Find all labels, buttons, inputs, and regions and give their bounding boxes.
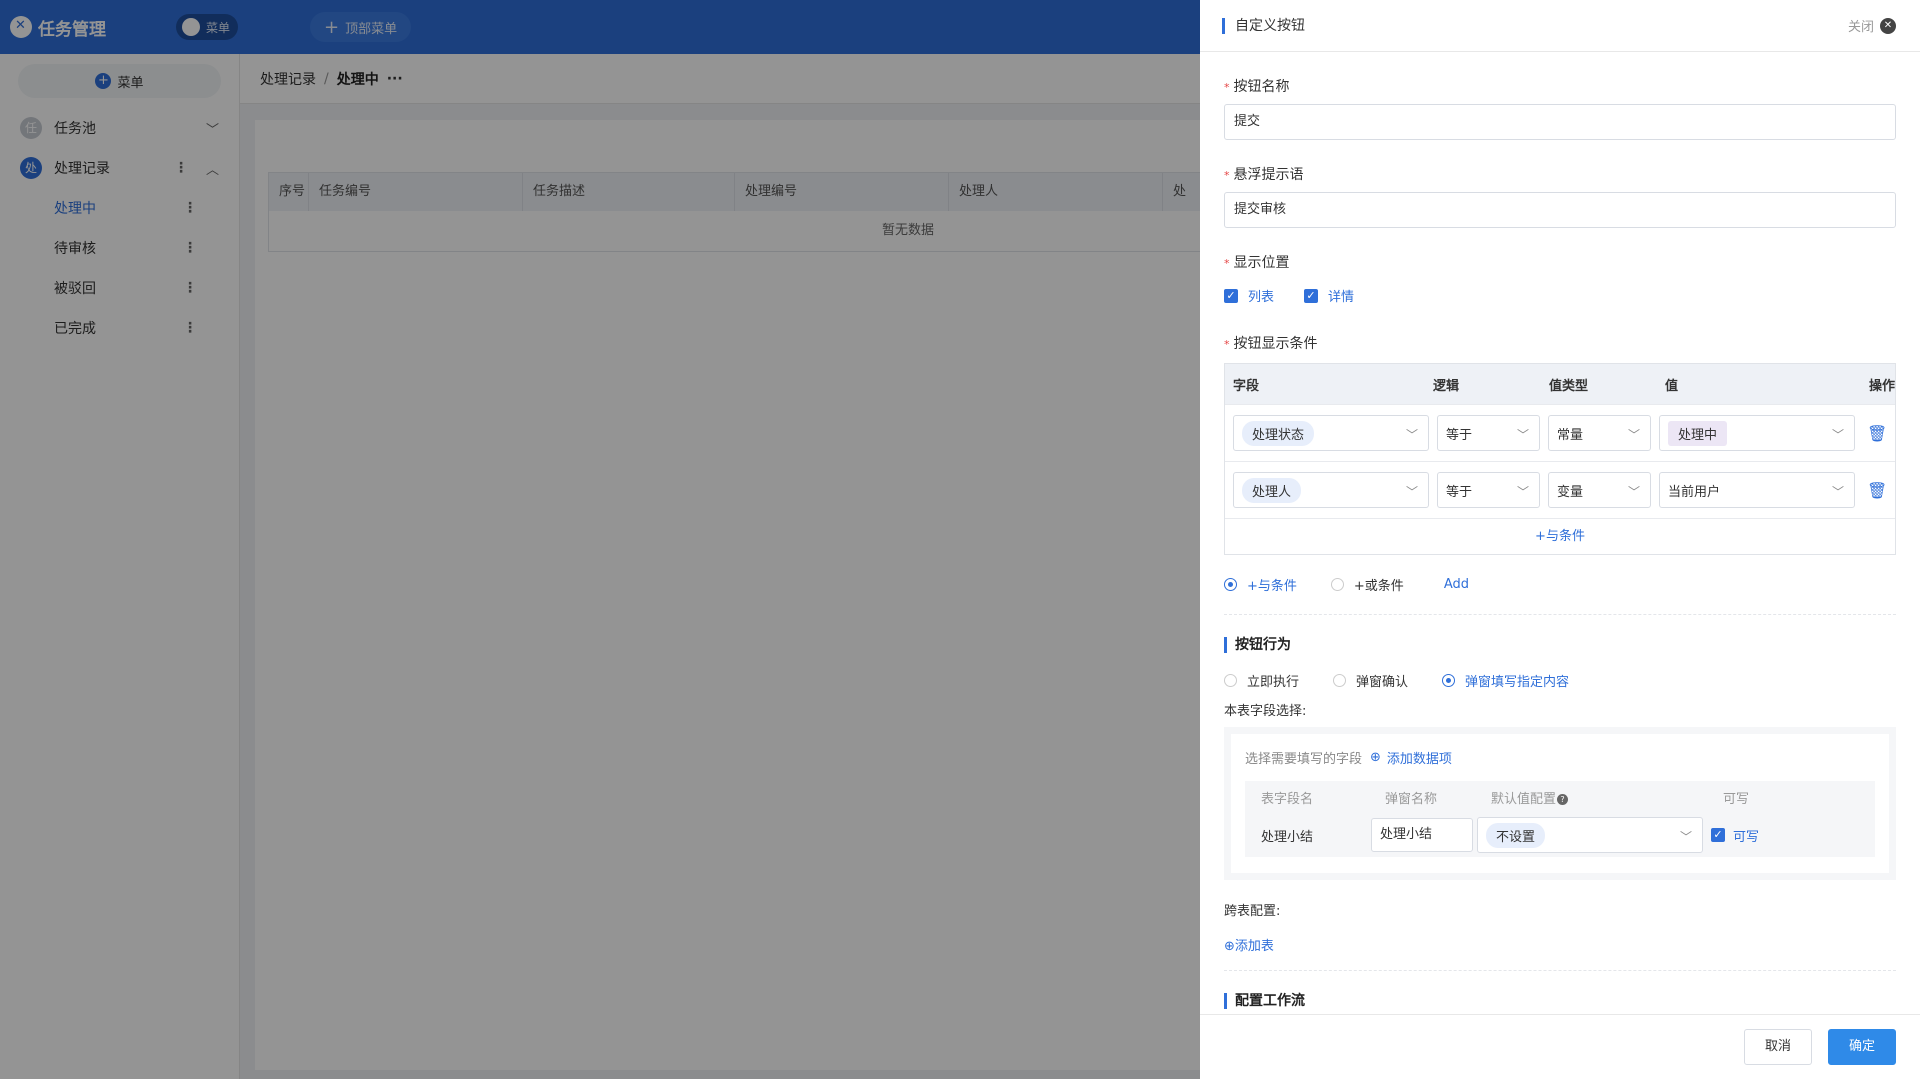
add-and-condition-button[interactable]: +与条件: [1225, 518, 1895, 554]
field-row: 处理小结 处理小结 不设置 ﹀ ✓ 可写: [1261, 813, 1859, 857]
divider: [1224, 970, 1896, 971]
header-popup-name: 弹窗名称: [1385, 791, 1438, 807]
cancel-button[interactable]: 取消: [1743, 1029, 1812, 1065]
cross-table-label: 跨表配置:: [1224, 904, 1281, 919]
button-name-label: * 按钮名称: [1224, 79, 1290, 95]
value-tag: 处理中: [1668, 420, 1728, 446]
popup-fill-label[interactable]: 弹窗填写指定内容: [1465, 671, 1569, 690]
execute-now-radio[interactable]: [1224, 674, 1237, 687]
value-select[interactable]: 处理中 ﹀: [1659, 415, 1855, 451]
condition-table-header: 字段 逻辑 值类型 值 操作: [1225, 364, 1895, 404]
trash-icon[interactable]: 🗑: [1867, 481, 1887, 500]
field-tag: 处理人: [1242, 477, 1302, 503]
field-table: 表字段名 弹窗名称 默认值配置? 可写 处理小结 处理小结 不设置 ﹀ ✓ 可写: [1245, 781, 1875, 857]
button-name-input[interactable]: 提交: [1224, 104, 1896, 140]
divider: [1224, 614, 1896, 615]
add-table-link[interactable]: ⊕添加表: [1224, 935, 1896, 954]
value-select[interactable]: 当前用户 ﹀: [1659, 472, 1855, 508]
header-value: 值: [1665, 378, 1679, 394]
popup-confirm-radio[interactable]: [1333, 674, 1347, 687]
header-field-name: 表字段名: [1261, 791, 1314, 807]
position-checkbox-group: ✓ 列表 ✓ 详情: [1224, 286, 1896, 305]
drawer-body: * 按钮名称 提交 * 悬浮提示语 提交审核 * 显示位置 ✓ 列表 ✓ 详情 * 按钮…: [1224, 52, 1896, 1014]
question-icon[interactable]: ?: [1557, 793, 1569, 805]
tooltip-label: * 悬浮提示语: [1224, 167, 1304, 183]
workflow-section-title: 配置工作流: [1224, 993, 1896, 1009]
popup-confirm-label[interactable]: 弹窗确认: [1356, 671, 1408, 690]
close-icon[interactable]: ✕: [1880, 17, 1896, 34]
behavior-section-title: 按钮行为: [1224, 637, 1896, 653]
field-select[interactable]: 处理状态 ﹀: [1233, 415, 1429, 451]
chevron-down-icon: ﹀: [1405, 428, 1418, 442]
or-condition-label[interactable]: +或条件: [1354, 575, 1404, 594]
custom-button-drawer: 自定义按钮 关闭 ✕ * 按钮名称 提交 * 悬浮提示语 提交审核 * 显示位置 ✓ …: [1200, 0, 1920, 1079]
value-text: 当前用户: [1668, 484, 1721, 500]
condition-label: * 按钮显示条件: [1224, 336, 1318, 352]
value-type-select[interactable]: 常量 ﹀: [1548, 415, 1651, 451]
chevron-down-icon: ﹀: [1405, 485, 1418, 499]
tooltip-input[interactable]: 提交审核: [1224, 192, 1896, 228]
field-name: 处理小结: [1261, 829, 1314, 845]
default-value-tag: 不设置: [1486, 822, 1546, 848]
header-value-type: 值类型: [1549, 378, 1589, 394]
and-condition-label[interactable]: +与条件: [1247, 575, 1297, 594]
or-condition-radio[interactable]: [1330, 578, 1344, 591]
chevron-down-icon: ﹀: [1627, 485, 1640, 499]
logic-value: 等于: [1446, 484, 1473, 500]
value-type-value: 常量: [1557, 427, 1584, 443]
popup-fill-radio[interactable]: [1442, 674, 1456, 687]
execute-now-label[interactable]: 立即执行: [1247, 671, 1299, 690]
chevron-down-icon: ﹀: [1831, 428, 1844, 442]
value-type-select[interactable]: 变量 ﹀: [1548, 472, 1651, 508]
field-select-hint: 选择需要填写的字段: [1245, 752, 1363, 767]
list-checkbox[interactable]: ✓: [1224, 288, 1238, 303]
default-value-select[interactable]: 不设置 ﹀: [1477, 817, 1703, 853]
logic-value: 等于: [1446, 427, 1473, 443]
modal-overlay[interactable]: [0, 0, 1200, 1079]
add-data-item-link[interactable]: 添加数据项: [1387, 748, 1452, 767]
chevron-down-icon: ﹀: [1831, 485, 1844, 499]
field-select-label: 本表字段选择:: [1224, 704, 1307, 719]
and-condition-radio[interactable]: [1224, 578, 1237, 591]
writable-label[interactable]: 可写: [1733, 826, 1759, 845]
field-select-toolbar: 选择需要填写的字段 ⊕ 添加数据项: [1245, 748, 1875, 767]
condition-row: 处理状态 ﹀ 等于 ﹀ 常量 ﹀ 处理中 ﹀ 🗑: [1225, 404, 1895, 461]
confirm-button[interactable]: 确定: [1827, 1029, 1896, 1065]
logic-select[interactable]: 等于 ﹀: [1437, 472, 1540, 508]
trash-icon[interactable]: 🗑: [1867, 424, 1887, 443]
list-checkbox-label[interactable]: 列表: [1248, 286, 1274, 305]
drawer-header: 自定义按钮 关闭 ✕: [1200, 0, 1920, 52]
header-field: 字段: [1233, 378, 1260, 394]
chevron-down-icon: ﹀: [1516, 485, 1529, 499]
logic-select[interactable]: 等于 ﹀: [1437, 415, 1540, 451]
add-relation-link[interactable]: Add: [1444, 577, 1469, 592]
relation-radio-group: +与条件 +或条件 Add: [1224, 575, 1896, 594]
popup-name-input[interactable]: 处理小结: [1371, 818, 1473, 852]
header-logic: 逻辑: [1433, 378, 1460, 394]
writable-checkbox[interactable]: ✓: [1711, 828, 1725, 842]
header-default: 默认值配置?: [1491, 788, 1723, 807]
value-type-value: 变量: [1557, 484, 1584, 500]
chevron-down-icon: ﹀: [1627, 428, 1640, 442]
detail-checkbox-label[interactable]: 详情: [1328, 286, 1354, 305]
detail-checkbox[interactable]: ✓: [1304, 288, 1319, 303]
chevron-down-icon: ﹀: [1679, 830, 1692, 844]
field-table-header: 表字段名 弹窗名称 默认值配置? 可写: [1261, 781, 1859, 813]
header-writable: 可写: [1723, 791, 1750, 807]
position-label: * 显示位置: [1224, 255, 1290, 271]
header-action: 操作: [1868, 378, 1895, 394]
close-button[interactable]: 关闭: [1848, 16, 1874, 35]
field-select[interactable]: 处理人 ﹀: [1233, 472, 1429, 508]
drawer-title: 自定义按钮: [1222, 17, 1305, 34]
condition-table: 字段 逻辑 值类型 值 操作 处理状态 ﹀ 等于 ﹀ 常量 ﹀ 处理中 ﹀ 🗑 处理人 ﹀…: [1224, 363, 1896, 555]
behavior-radio-group: 立即执行 弹窗确认 弹窗填写指定内容: [1224, 671, 1896, 690]
condition-row: 处理人 ﹀ 等于 ﹀ 变量 ﹀ 当前用户 ﹀ 🗑: [1225, 461, 1895, 518]
field-tag: 处理状态: [1242, 420, 1315, 446]
field-select-box: 选择需要填写的字段 ⊕ 添加数据项 表字段名 弹窗名称 默认值配置? 可写 处理…: [1224, 727, 1896, 880]
plus-circle-icon[interactable]: ⊕: [1370, 750, 1381, 765]
drawer-footer: 取消 确定: [1200, 1014, 1920, 1079]
chevron-down-icon: ﹀: [1516, 428, 1529, 442]
